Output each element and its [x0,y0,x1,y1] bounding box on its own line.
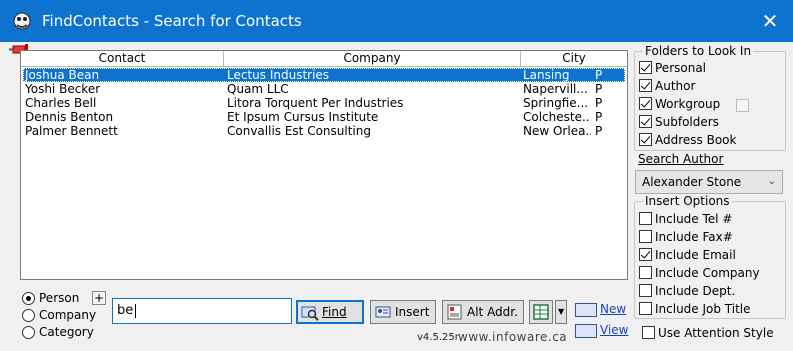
workgroup-label: Workgroup [655,97,721,111]
alt-addr-button[interactable]: Alt Addr. [442,300,524,324]
find-icon [301,306,319,321]
expand-button[interactable]: + [92,291,106,305]
cell-contact: Dennis Benton [25,110,114,124]
insert-button[interactable]: Insert [370,300,436,324]
cell-flag: P [595,82,603,96]
search-author-label: Search Author [638,152,724,166]
version-label: v4.5.25r [417,332,459,343]
include-company-checkbox[interactable] [639,266,652,279]
cell-flag: P [595,124,603,138]
chevron-down-icon: ⌄ [767,176,776,187]
table-row[interactable]: Dennis Benton Et Ipsum Cursus Institute … [23,110,625,124]
view-link[interactable]: View [600,321,628,339]
cell-city: Napervill... [523,82,588,96]
cell-city: Lansing [523,68,570,82]
cell-flag: P [595,96,603,110]
cell-city: Springfie... [523,96,589,110]
window-title: FindContacts - Search for Contacts [42,12,302,30]
address-card-icon [447,304,462,320]
include-dept-label: Include Dept. [655,284,736,298]
list-header: Contact Company City [21,51,627,67]
search-author-dropdown[interactable]: Alexander Stone ⌄ [635,170,783,194]
include-email-label: Include Email [655,248,736,262]
find-label: Find [322,305,347,319]
cell-contact: Palmer Bennett [25,124,118,138]
author-label: Author [655,79,696,93]
cell-city: Colcheste... [523,110,591,124]
cell-flag: P [595,68,603,82]
insert-options-legend: Insert Options [643,194,732,208]
find-button[interactable]: Find [296,300,364,324]
column-company[interactable]: Company [224,51,521,67]
cell-flag: P [595,110,603,124]
cell-company: Convallis Est Consulting [227,124,371,138]
personal-label: Personal [655,61,707,75]
insert-options-group: Insert Options Include Tel # Include Fax… [634,194,786,319]
radio-company-button[interactable] [22,309,35,322]
subfolders-label: Subfolders [655,115,719,129]
grid-icon [533,304,549,320]
new-link[interactable]: New [600,300,626,318]
insert-icon [375,306,391,318]
subfolders-checkbox[interactable] [639,115,652,128]
cell-company: Et Ipsum Cursus Institute [227,110,379,124]
workgroup-extra-checkbox[interactable] [736,99,749,112]
folders-group: Folders to Look In Personal Author Workg… [634,44,786,151]
radio-category-label: Category [39,325,94,339]
include-company-label: Include Company [655,266,760,280]
dropdown-arrow-icon: ▼ [558,307,565,316]
view-options-button[interactable] [529,300,553,324]
include-tel-checkbox[interactable] [639,212,652,225]
title-bar: FindContacts - Search for Contacts ✕ [0,0,793,42]
table-row[interactable]: Yoshi Becker Quam LLC Napervill... P [23,82,625,96]
new-card-icon [575,303,597,317]
cell-contact: Charles Bell [25,96,97,110]
radio-company-label: Company [39,308,97,322]
alt-addr-label: Alt Addr. [467,305,518,319]
cell-company: Lectus Industries [227,68,330,82]
include-fax-label: Include Fax# [655,230,733,244]
insert-label: Insert [395,305,430,319]
contact-list[interactable]: Contact Company City Joshua Bean Lectus … [20,50,628,280]
cell-company: Quam LLC [227,82,289,96]
address-book-checkbox[interactable] [639,133,652,146]
cell-company: Litora Torquent Per Industries [227,96,404,110]
personal-checkbox[interactable] [639,61,652,74]
table-row[interactable]: Joshua Bean Lectus Industries Lansing P [23,68,625,82]
view-options-dropdown[interactable]: ▼ [555,300,567,324]
website-label: www.infoware.ca [458,330,568,344]
radio-person-label: Person [39,291,80,305]
column-contact[interactable]: Contact [21,51,224,67]
column-city[interactable]: City [521,51,627,67]
include-dept-checkbox[interactable] [639,284,652,297]
include-tel-label: Include Tel # [655,212,733,226]
app-icon [13,12,31,30]
radio-person-button[interactable] [22,292,35,305]
folders-legend: Folders to Look In [643,44,754,58]
table-row[interactable]: Charles Bell Litora Torquent Per Industr… [23,96,625,110]
address-book-label: Address Book [655,133,737,147]
include-fax-checkbox[interactable] [639,230,652,243]
attention-style-checkbox[interactable] [642,326,655,339]
include-job-title-label: Include Job Title [655,302,751,316]
include-job-title-checkbox[interactable] [639,302,652,315]
include-email-checkbox[interactable] [639,248,652,261]
table-row[interactable]: Palmer Bennett Convallis Est Consulting … [23,124,625,138]
cell-contact: Yoshi Becker [25,82,101,96]
attention-style-label: Use Attention Style [658,326,774,340]
view-card-icon [575,324,597,338]
workgroup-checkbox[interactable] [639,97,652,110]
author-checkbox[interactable] [639,79,652,92]
cell-city: New Orlea... [523,124,591,138]
cell-contact: Joshua Bean [25,68,100,82]
close-button[interactable]: ✕ [747,0,793,42]
search-author-value: Alexander Stone [642,175,742,189]
search-input[interactable]: be [112,298,292,324]
radio-category-button[interactable] [22,326,35,339]
